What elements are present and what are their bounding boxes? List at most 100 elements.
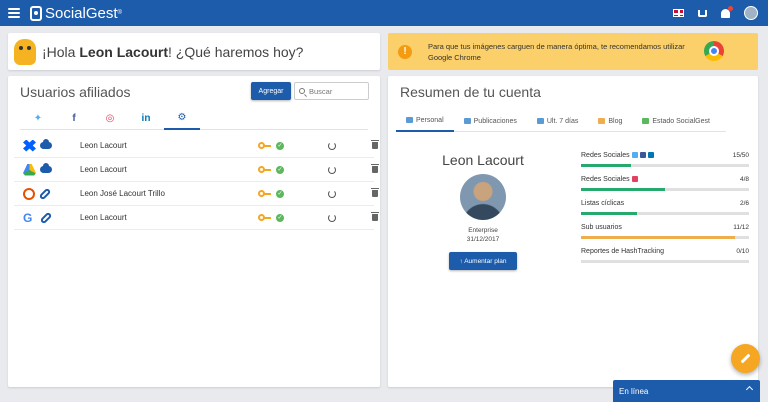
person-icon [406,117,413,123]
progress-bar [581,236,749,239]
facebook-icon [639,152,646,159]
facebook-icon: f [72,112,76,124]
tab-estado-socialgest[interactable]: Estado SocialGest [632,110,720,132]
google-icon: G [23,210,33,225]
gears-icon: ⚙ [177,111,187,123]
status-icon [642,118,650,124]
linkedin-icon [647,152,654,159]
key-icon[interactable] [258,213,271,222]
tab-instagram[interactable]: ◎ [92,106,128,130]
progress-bar [581,260,749,263]
instagram-icon: ◎ [105,112,115,124]
account-panel-title: Resumen de tu cuenta [400,84,541,100]
progress-fill [581,188,665,191]
instagram-icon [631,176,638,183]
stat-label: Listas cíclicas [581,200,625,207]
usage-stats: Redes Sociales 15/50 Redes Sociales 4/8 … [581,152,749,272]
notifications-bell-icon[interactable] [721,5,733,18]
tab-linkedin[interactable]: in [128,106,164,130]
tab-personal[interactable]: Personal [396,110,454,132]
account-summary-panel: Resumen de tu cuenta Personal Publicacio… [388,76,758,387]
stat-count: 11/12 [733,224,749,231]
table-row: G Leon Lacourt ✓ [14,206,379,230]
twitter-icon [631,152,638,159]
tab-facebook[interactable]: f [56,106,92,130]
stat-label: Redes Sociales [581,176,630,183]
table-row: Leon Lacourt ✓ [14,158,379,182]
envelope-icon [463,118,471,124]
refresh-icon[interactable] [328,213,336,222]
notification-dot [728,5,733,11]
stat-social-networks: Redes Sociales 15/50 [581,152,749,176]
tab-settings[interactable]: ⚙ [164,106,200,130]
refresh-icon[interactable] [328,165,336,174]
search-input[interactable] [309,86,367,96]
add-user-button[interactable]: Agregar [251,82,291,100]
trash-icon[interactable] [371,164,379,173]
trash-icon[interactable] [371,188,379,197]
rss-icon [598,118,606,124]
stat-count: 0/10 [736,248,749,255]
banner-text: Para que tus imágenes carguen de manera … [428,41,685,62]
user-name: Leon Lacourt [80,213,127,222]
stat-label: Sub usuarios [581,224,622,231]
link-icon [39,211,53,224]
key-icon[interactable] [258,189,271,198]
stat-social-networks-instagram: Redes Sociales 4/8 [581,176,749,200]
uk-flag-icon[interactable] [673,9,684,17]
edit-fab-button[interactable] [731,344,760,373]
refresh-icon[interactable] [328,141,336,150]
tab-publicaciones[interactable]: Publicaciones [454,110,527,132]
stat-label: Redes Sociales [581,152,630,159]
key-icon[interactable] [258,165,271,174]
plan-date: 31/12/2017 [466,236,500,243]
hashtracking-icon [23,187,35,200]
chart-icon [536,118,544,124]
brand-logo[interactable]: SocialGest ® [30,5,122,22]
twitter-icon: ✦ [33,112,43,124]
google-drive-icon [23,163,36,176]
check-icon: ✓ [276,189,284,198]
progress-fill [581,236,736,239]
upgrade-plan-button[interactable]: ↑ Aumentar plan [449,252,517,270]
menu-icon[interactable] [8,8,20,18]
chat-online-bar[interactable]: En línea [613,380,760,402]
check-icon: ✓ [276,165,284,174]
table-row: Leon José Lacourt Trillo ✓ [14,182,379,206]
tab-ult-7-dias[interactable]: Ult. 7 días [527,110,589,132]
chrome-logo-icon [704,41,724,61]
cart-icon[interactable] [698,9,707,17]
user-avatar[interactable] [744,6,758,20]
chat-label: En línea [619,386,649,396]
stat-sub-users: Sub usuarios 11/12 [581,224,749,248]
stat-count: 4/8 [739,176,749,183]
tab-twitter[interactable]: ✦ [20,106,56,130]
progress-fill [581,212,637,215]
profile-avatar [460,174,506,220]
trash-icon[interactable] [371,212,379,221]
social-tabs: ✦ f ◎ in ⚙ [20,106,368,130]
linkedin-icon: in [141,112,151,124]
affiliated-users-panel: Usuarios afiliados Agregar ✦ f ◎ in ⚙ Le… [8,76,380,387]
stat-hashtracking-reports: Reportes de HashTracking 0/10 [581,248,749,272]
search-box[interactable] [294,82,369,100]
warning-icon: ! [398,44,412,59]
dropbox-icon [23,139,36,152]
refresh-icon[interactable] [328,189,336,198]
mascot-icon [14,38,36,65]
user-name: Leon Lacourt [80,141,127,150]
stat-cyclic-lists: Listas cíclicas 2/6 [581,200,749,224]
check-icon: ✓ [276,141,284,150]
brand-mark: ® [117,10,122,16]
pencil-icon [740,353,751,364]
key-icon[interactable] [258,141,271,150]
user-name: Leon Lacourt [80,165,127,174]
chevron-up-icon [745,385,754,394]
users-panel-title: Usuarios afiliados [20,84,131,100]
stat-count: 2/6 [739,200,749,207]
tab-blog[interactable]: Blog [588,110,632,132]
progress-bar [581,212,749,215]
chrome-recommendation-banner: ! Para que tus imágenes carguen de maner… [388,33,758,70]
greeting-text: ¡Hola Leon Lacourt! ¿Qué haremos hoy? [42,43,304,60]
trash-icon[interactable] [371,140,379,149]
